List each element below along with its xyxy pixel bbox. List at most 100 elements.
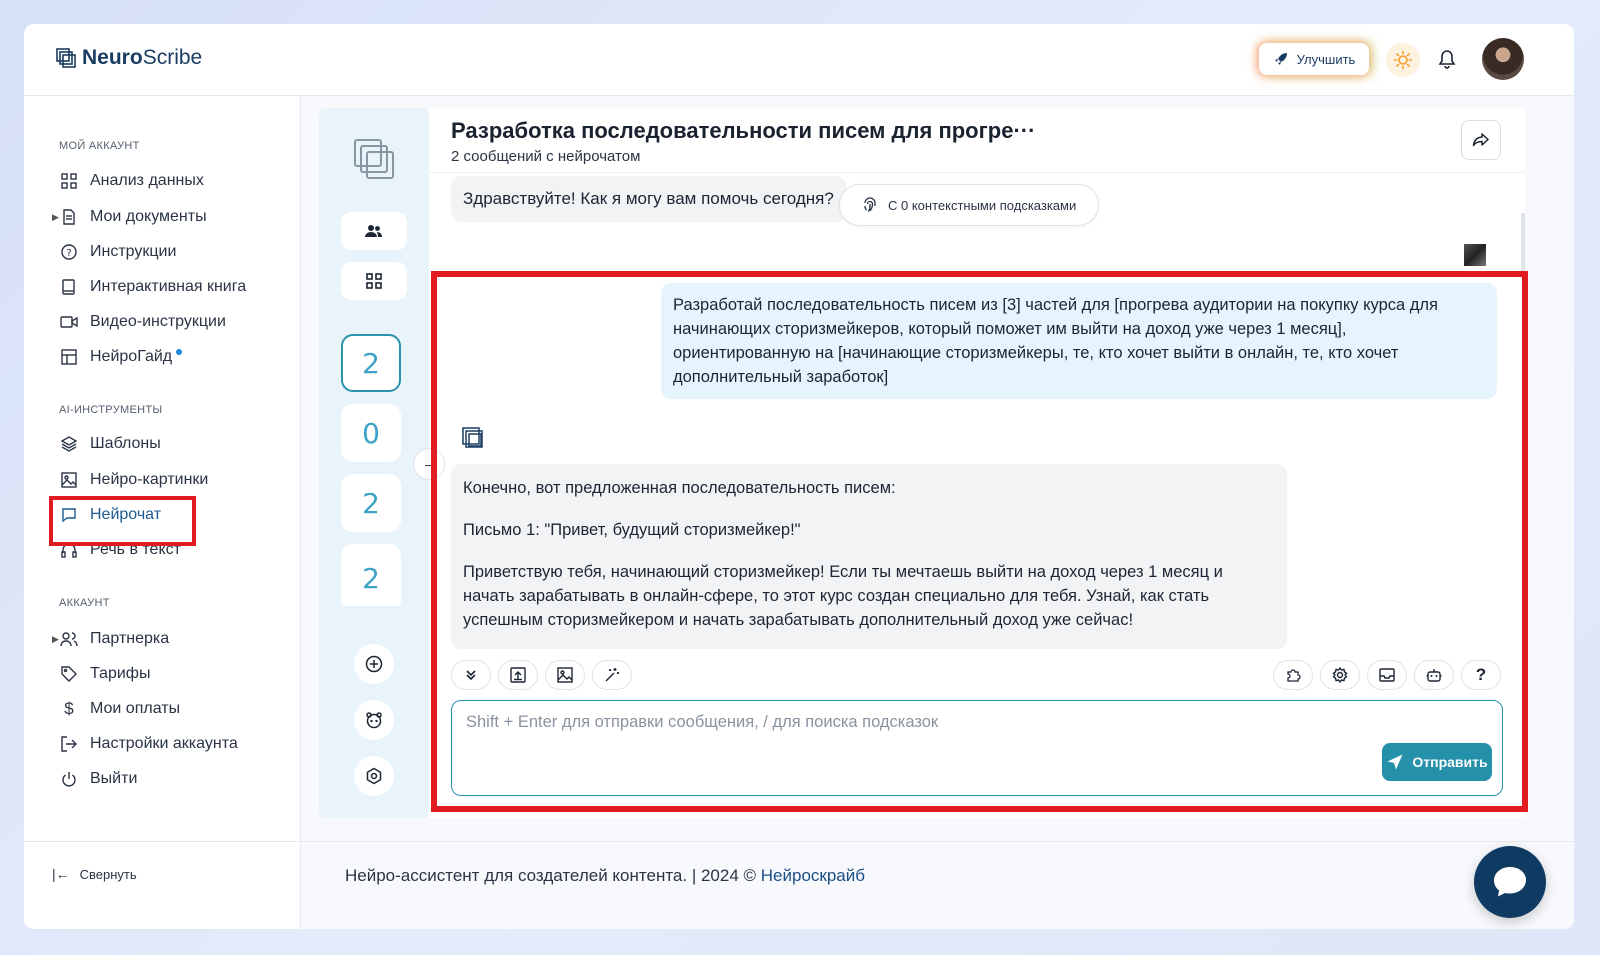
highlight-annotation-box (49, 496, 196, 546)
context-hints-label: С 0 контекстными подсказками (888, 197, 1077, 213)
assistant-greeting: Здравствуйте! Как я могу вам помочь сего… (451, 176, 846, 222)
expand-caret-icon[interactable]: ▶ (52, 212, 59, 223)
bot-button[interactable] (354, 700, 394, 740)
sidebar-item-book[interactable]: Интерактивная книга (60, 272, 246, 302)
app-window: NeuroScribe Улучшить МОЙ АККАУНТ Анализ … (24, 24, 1574, 929)
upgrade-button[interactable]: Улучшить (1259, 43, 1369, 75)
help-circle-icon: ? (60, 243, 78, 261)
chat-counter[interactable]: 2 (341, 544, 401, 606)
plus-circle-icon (365, 655, 383, 673)
chat-title: Разработка последовательности писем для … (451, 118, 1036, 143)
sidebar-item-partner[interactable]: ▶ Партнерка (52, 624, 170, 654)
rocket-icon (1274, 53, 1287, 65)
sidebar-item-label: Нейро-картинки (90, 471, 209, 488)
sidebar: Мой аккаунт Анализ данных ▶ Мои документ… (24, 96, 301, 929)
chat-header-divider (429, 172, 1525, 173)
tag-icon (60, 665, 78, 683)
sidebar-item-instructions[interactable]: ? Инструкции (60, 237, 176, 267)
top-header: NeuroScribe Улучшить (24, 24, 1574, 96)
layers-icon (60, 435, 78, 453)
user-mini-avatar (1464, 244, 1486, 266)
sidebar-item-label: Партнерка (90, 630, 170, 647)
footer-link[interactable]: Нейроскрайб (761, 866, 865, 885)
fingerprint-icon (864, 197, 876, 212)
sidebar-item-guide[interactable]: НейроГайд (60, 342, 183, 372)
sidebar-item-images[interactable]: Нейро-картинки (60, 465, 208, 495)
sidebar-item-templates[interactable]: Шаблоны (60, 429, 161, 459)
share-button[interactable] (1461, 120, 1501, 160)
bell-icon (1438, 50, 1456, 69)
settings-button[interactable] (354, 756, 394, 796)
image-icon (60, 471, 78, 489)
grid-icon (60, 172, 78, 190)
collapse-sidebar-button[interactable]: |← Свернуть (52, 866, 137, 882)
footer-divider (301, 841, 1574, 842)
chat-bubble-icon (1494, 867, 1526, 897)
share-icon (1472, 133, 1489, 147)
sidebar-item-tariffs[interactable]: Тарифы (60, 659, 150, 689)
collapse-label: Свернуть (79, 866, 137, 882)
upgrade-label: Улучшить (1296, 51, 1356, 67)
sun-icon (1393, 50, 1413, 70)
section-label-ai-tools: AI-инструменты (59, 404, 163, 416)
sidebar-item-label: Шаблоны (90, 435, 161, 452)
context-hints-chip[interactable]: С 0 контекстными подсказками (839, 184, 1100, 226)
sidebar-item-label: Видео-инструкции (90, 313, 226, 330)
sidebar-item-settings[interactable]: Настройки аккаунта (60, 729, 238, 759)
footer-text: Нейро-ассистент для создателей контента.… (345, 866, 761, 885)
sidebar-item-label: НейроГайд (90, 348, 173, 365)
notifications-button[interactable] (1434, 46, 1460, 72)
apps-button[interactable] (341, 262, 407, 300)
chat-scrollbar[interactable] (1521, 213, 1525, 273)
grid-icon (366, 273, 382, 289)
gear-icon (366, 767, 382, 785)
document-icon (60, 208, 78, 226)
sidebar-item-payments[interactable]: $ Мои оплаты (60, 694, 180, 724)
sidebar-item-label: Настройки аккаунта (90, 735, 238, 752)
login-arrow-icon (60, 735, 78, 753)
sidebar-item-label: Мои оплаты (90, 700, 181, 717)
sidebar-item-label: Выйти (90, 770, 138, 787)
chat-subtitle: 2 сообщений с нейрочатом (451, 148, 641, 165)
section-label-my-account: Мой аккаунт (59, 140, 140, 152)
chat-counter[interactable]: 0 (341, 404, 401, 462)
brand-bold: Neuro (82, 46, 143, 69)
brand-light: Scribe (142, 46, 203, 69)
logo[interactable]: NeuroScribe (56, 46, 202, 70)
team-button[interactable] (341, 212, 407, 250)
collapse-icon: |← (52, 866, 70, 882)
logo-icon (56, 48, 76, 68)
sidebar-item-video[interactable]: Видео-инструкции (60, 307, 226, 337)
chat-counter[interactable]: 2 (341, 474, 401, 532)
video-icon (60, 313, 78, 331)
sidebar-item-logout[interactable]: Выйти (60, 764, 137, 794)
section-label-account: Аккаунт (59, 597, 110, 609)
sidebar-item-label: Тарифы (90, 665, 151, 682)
sidebar-item-analysis[interactable]: Анализ данных (60, 166, 204, 196)
user-avatar[interactable] (1482, 38, 1524, 80)
users-icon (365, 225, 382, 237)
support-chat-button[interactable] (1474, 846, 1546, 918)
chat-panel: Разработка последовательности писем для … (413, 108, 1528, 818)
sidebar-divider (24, 841, 301, 842)
table-icon (60, 348, 78, 366)
book-icon (60, 278, 78, 296)
new-indicator-dot (176, 349, 183, 355)
main-area: 2 0 2 2 Разработка последовательности пи… (301, 96, 1574, 929)
dollar-icon: $ (64, 699, 74, 718)
add-chat-button[interactable] (354, 644, 394, 684)
sidebar-item-label: Инструкции (90, 243, 177, 260)
theme-toggle-button[interactable] (1386, 43, 1420, 77)
sidebar-item-label: Мои документы (90, 208, 207, 225)
footer: Нейро-ассистент для создателей контента.… (345, 866, 865, 886)
logo-icon (354, 139, 394, 179)
highlight-annotation-frame (431, 271, 1528, 812)
power-icon (60, 770, 78, 788)
expand-caret-icon[interactable]: ▶ (52, 634, 59, 645)
users-icon (60, 630, 78, 648)
sidebar-item-label: Интерактивная книга (90, 278, 247, 295)
panda-icon (366, 712, 382, 729)
sidebar-item-documents[interactable]: ▶ Мои документы (52, 202, 207, 232)
sidebar-item-label: Анализ данных (90, 172, 204, 189)
chat-counter[interactable]: 2 (341, 334, 401, 392)
